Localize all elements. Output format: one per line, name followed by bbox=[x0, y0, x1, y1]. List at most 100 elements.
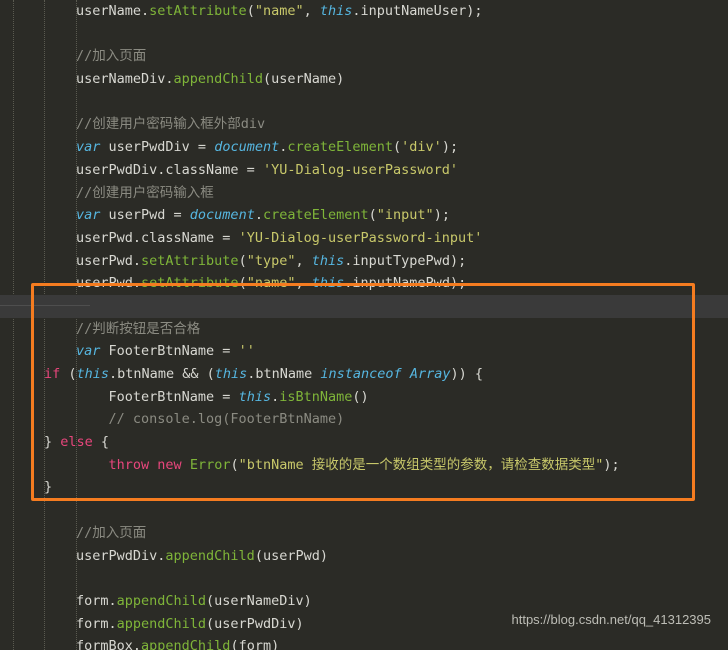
code-token-fn: createElement bbox=[262, 207, 369, 224]
code-token-cmt: //创建用户密码输入框外部div bbox=[76, 116, 266, 133]
watermark-url: https://blog.csdn.net/qq_41312395 bbox=[511, 612, 712, 628]
code-line[interactable]: userPwdDiv.appendChild(userPwd) bbox=[0, 545, 728, 568]
code-token-pun: userName. bbox=[76, 3, 150, 19]
code-token-fn: setAttribute bbox=[141, 252, 239, 269]
code-line[interactable]: userPwd.setAttribute("name", this.inputN… bbox=[0, 272, 728, 295]
code-token-pun: form. bbox=[76, 615, 117, 632]
code-line[interactable] bbox=[0, 567, 728, 590]
code-line[interactable]: var FooterBtnName = '' bbox=[0, 340, 728, 363]
code-token-pun: (userNameDiv) bbox=[206, 592, 312, 609]
code-token-pun: . bbox=[271, 388, 280, 405]
code-token-pun: userPwdDiv. bbox=[76, 547, 166, 564]
code-token-pun: .inputNamePwd); bbox=[344, 275, 467, 292]
code-token-pun: (userName) bbox=[262, 71, 345, 88]
code-token-str: 'YU-Dialog-userPassword-input' bbox=[238, 229, 483, 246]
code-token-pun: userPwdDiv.className = bbox=[76, 161, 263, 178]
code-token-pun: )) { bbox=[450, 366, 483, 382]
code-editor[interactable]: userName.setAttribute("name", this.input… bbox=[0, 0, 728, 650]
code-token-fn: appendChild bbox=[165, 547, 255, 564]
code-line[interactable]: var userPwd = document.createElement("in… bbox=[0, 204, 728, 227]
code-token-cmt: //判断按钮是否合格 bbox=[76, 320, 201, 337]
code-line[interactable]: if (this.btnName && (this.btnName instan… bbox=[0, 363, 728, 386]
code-token-pun: .btnName && ( bbox=[109, 366, 215, 382]
code-line[interactable]: userName.setAttribute("name", this.input… bbox=[0, 0, 728, 23]
code-line[interactable] bbox=[0, 499, 728, 522]
code-token-kwi: this bbox=[319, 3, 353, 19]
code-token-kw: new bbox=[157, 456, 182, 473]
code-token-pun: (userPwdDiv) bbox=[206, 615, 304, 632]
code-token-pun: userPwd = bbox=[100, 207, 190, 224]
code-token-pun: . bbox=[254, 207, 263, 224]
code-token-kwi: this bbox=[311, 275, 345, 292]
code-line[interactable]: // console.log(FooterBtnName) bbox=[0, 408, 728, 431]
code-line[interactable]: //判断按钮是否合格 bbox=[0, 318, 728, 341]
code-token-pun: { bbox=[92, 434, 110, 451]
code-token-str: '' bbox=[238, 343, 255, 360]
code-line[interactable]: var userPwdDiv = document.createElement(… bbox=[0, 136, 728, 159]
code-token-pun: .btnName bbox=[247, 366, 321, 382]
code-content[interactable]: userName.setAttribute("name", this.input… bbox=[0, 0, 728, 650]
code-token-kw: throw bbox=[108, 456, 150, 473]
code-line-current[interactable] bbox=[0, 294, 728, 318]
code-line[interactable]: formBox.appendChild(form) bbox=[0, 635, 728, 650]
code-token-str: "name" bbox=[246, 275, 296, 292]
code-line[interactable]: //创建用户密码输入框外部div bbox=[0, 113, 728, 136]
code-token-pun: , bbox=[303, 3, 320, 19]
code-token-pun: formBox. bbox=[76, 638, 142, 650]
code-token-kw: if bbox=[44, 366, 61, 382]
code-token-pun: ( bbox=[238, 252, 247, 269]
code-token-pun: userPwd. bbox=[76, 275, 142, 292]
code-line[interactable]: userPwd.setAttribute("type", this.inputT… bbox=[0, 250, 728, 273]
code-token-pun: .inputNameUser); bbox=[352, 3, 483, 19]
code-token-pun: ( bbox=[60, 366, 77, 382]
code-line[interactable]: } bbox=[0, 476, 728, 499]
code-token-fn: appendChild bbox=[116, 615, 207, 632]
code-token-fn: isBtnName bbox=[279, 388, 353, 405]
code-token-pun: () bbox=[352, 388, 369, 405]
code-line[interactable]: userNameDiv.appendChild(userName) bbox=[0, 68, 728, 91]
code-token-kwi: this bbox=[238, 388, 272, 405]
code-token-pun: userPwd.className = bbox=[76, 229, 239, 246]
code-token-pun: ( bbox=[238, 275, 247, 292]
code-line[interactable]: throw new Error("btnName 接收的是一个数组类型的参数，请… bbox=[0, 454, 728, 477]
code-token-kwi: instanceof bbox=[320, 366, 402, 382]
code-token-fn: appendChild bbox=[116, 592, 207, 609]
code-token-pun: FooterBtnName = bbox=[100, 343, 239, 360]
code-line[interactable] bbox=[0, 91, 728, 114]
code-token-pun bbox=[402, 366, 410, 382]
code-token-cmt: //加入页面 bbox=[76, 48, 147, 65]
code-line[interactable]: //加入页面 bbox=[0, 45, 728, 68]
code-line[interactable]: userPwdDiv.className = 'YU-Dialog-userPa… bbox=[0, 159, 728, 182]
code-line[interactable] bbox=[0, 23, 728, 46]
code-token-kw: else bbox=[60, 434, 93, 451]
code-token-fn: appendChild bbox=[173, 71, 263, 88]
code-token-kwi: document bbox=[189, 207, 255, 224]
code-token-pun bbox=[182, 457, 190, 473]
code-token-pun: userPwd. bbox=[76, 252, 142, 269]
code-token-kwi: var bbox=[76, 139, 101, 156]
code-token-err: Error bbox=[189, 456, 231, 473]
code-token-str: 'div' bbox=[401, 139, 442, 156]
code-token-kwi: var bbox=[76, 343, 101, 360]
code-token-pun: ); bbox=[603, 456, 620, 473]
code-token-pun: ); bbox=[433, 207, 450, 224]
code-token-cmt: // console.log(FooterBtnName) bbox=[108, 411, 345, 428]
code-line[interactable]: } else { bbox=[0, 431, 728, 454]
code-line[interactable]: //加入页面 bbox=[0, 522, 728, 545]
code-token-fn: appendChild bbox=[141, 638, 231, 650]
code-token-pun: } bbox=[44, 434, 61, 451]
code-line[interactable]: userPwd.className = 'YU-Dialog-userPassw… bbox=[0, 227, 728, 250]
code-token-str: "name" bbox=[254, 3, 304, 19]
code-line[interactable]: FooterBtnName = this.isBtnName() bbox=[0, 386, 728, 409]
code-token-cmt: //创建用户密码输入框 bbox=[76, 184, 214, 201]
code-token-fn: setAttribute bbox=[141, 275, 239, 292]
code-token-str: "type" bbox=[246, 252, 296, 269]
code-token-pun: (form) bbox=[230, 638, 280, 650]
code-token-pun: ( bbox=[246, 3, 255, 19]
code-line[interactable]: //创建用户密码输入框 bbox=[0, 182, 728, 205]
code-token-pun: ); bbox=[441, 139, 459, 156]
code-token-str: "input" bbox=[376, 207, 434, 224]
